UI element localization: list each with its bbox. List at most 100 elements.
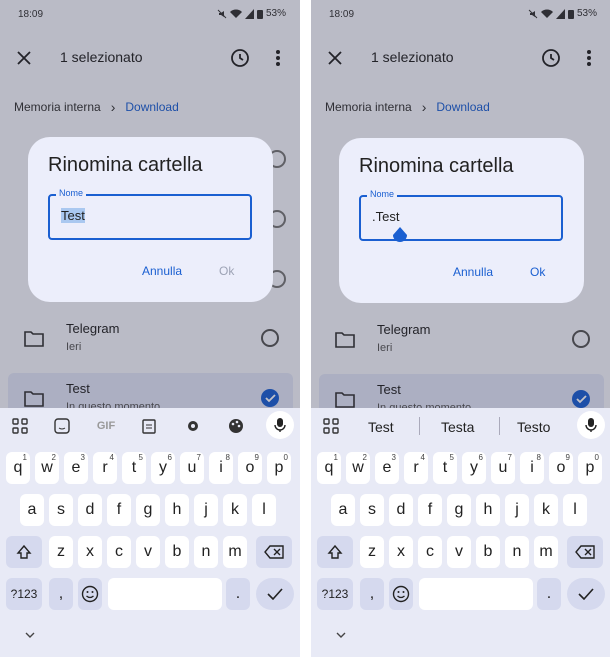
key-m[interactable]: m (534, 536, 558, 568)
suggestion-1[interactable]: Test (368, 419, 394, 435)
key-u[interactable]: u7 (491, 452, 515, 484)
key-z[interactable]: z (360, 536, 384, 568)
shift-icon[interactable] (317, 536, 353, 568)
key-x[interactable]: x (78, 536, 102, 568)
key-d[interactable]: d (389, 494, 413, 526)
gear-icon[interactable] (183, 416, 203, 436)
key-k[interactable]: k (223, 494, 247, 526)
key-period[interactable]: . (226, 578, 250, 610)
key-y[interactable]: y6 (462, 452, 486, 484)
key-l[interactable]: l (563, 494, 587, 526)
grid-icon[interactable] (10, 416, 30, 436)
key-d[interactable]: d (78, 494, 102, 526)
key-x[interactable]: x (389, 536, 413, 568)
key-comma[interactable]: , (360, 578, 384, 610)
key-q[interactable]: q1 (6, 452, 30, 484)
keyboard: Test Testa Testo q1 w2 e3 r4 t5 y6 u7 i8… (311, 408, 610, 657)
cancel-button[interactable]: Annulla (142, 264, 182, 278)
enter-icon[interactable] (567, 578, 605, 610)
grid-icon[interactable] (321, 416, 341, 436)
key-e[interactable]: e3 (375, 452, 399, 484)
ok-button[interactable]: Ok (530, 265, 545, 279)
keyboard-toolbar: GIF (0, 408, 300, 444)
chevron-down-icon[interactable] (335, 630, 347, 640)
selected-text: Test (61, 208, 85, 223)
key-t[interactable]: t5 (122, 452, 146, 484)
key-g[interactable]: g (447, 494, 471, 526)
key-n[interactable]: n (194, 536, 218, 568)
chevron-down-icon[interactable] (24, 630, 36, 640)
rename-dialog: Rinomina cartella Nome Test Annulla Ok (28, 137, 273, 302)
key-n[interactable]: n (505, 536, 529, 568)
backspace-icon[interactable] (567, 536, 603, 568)
key-c[interactable]: c (107, 536, 131, 568)
key-s[interactable]: s (49, 494, 73, 526)
suggestion-2[interactable]: Testa (441, 419, 474, 435)
key-q[interactable]: q1 (317, 452, 341, 484)
enter-icon[interactable] (256, 578, 294, 610)
key-i[interactable]: i8 (520, 452, 544, 484)
key-h[interactable]: h (476, 494, 500, 526)
backspace-icon[interactable] (256, 536, 292, 568)
key-p[interactable]: p0 (578, 452, 602, 484)
space-key[interactable] (108, 578, 222, 610)
key-e[interactable]: e3 (64, 452, 88, 484)
key-r[interactable]: r4 (93, 452, 117, 484)
key-a[interactable]: a (331, 494, 355, 526)
key-b[interactable]: b (476, 536, 500, 568)
key-o[interactable]: o9 (238, 452, 262, 484)
key-o[interactable]: o9 (549, 452, 573, 484)
suggestion-strip: Test Testa Testo (311, 408, 610, 444)
keyboard: GIF q1 w2 e3 r4 t5 y6 u7 i8 o9 p0 a s d … (0, 408, 300, 657)
palette-icon[interactable] (226, 416, 246, 436)
symbols-key[interactable]: ?123 (317, 578, 353, 610)
name-field-value[interactable]: .Test (372, 209, 399, 224)
key-period[interactable]: . (537, 578, 561, 610)
name-field-value[interactable]: Test (61, 208, 85, 223)
emoji-icon[interactable] (78, 578, 102, 610)
key-g[interactable]: g (136, 494, 160, 526)
gif-button[interactable]: GIF (96, 416, 116, 436)
key-r[interactable]: r4 (404, 452, 428, 484)
key-t[interactable]: t5 (433, 452, 457, 484)
key-y[interactable]: y6 (151, 452, 175, 484)
key-i[interactable]: i8 (209, 452, 233, 484)
rename-dialog: Rinomina cartella Nome .Test Annulla Ok (339, 138, 584, 303)
ok-button[interactable]: Ok (219, 264, 234, 278)
key-f[interactable]: f (107, 494, 131, 526)
cancel-button[interactable]: Annulla (453, 265, 493, 279)
dialog-title: Rinomina cartella (48, 154, 203, 176)
clipboard-icon[interactable] (139, 416, 159, 436)
space-key[interactable] (419, 578, 533, 610)
key-w[interactable]: w2 (35, 452, 59, 484)
mic-icon[interactable] (577, 411, 605, 439)
key-b[interactable]: b (165, 536, 189, 568)
key-p[interactable]: p0 (267, 452, 291, 484)
key-u[interactable]: u7 (180, 452, 204, 484)
key-j[interactable]: j (505, 494, 529, 526)
key-v[interactable]: v (136, 536, 160, 568)
sticker-icon[interactable] (52, 416, 72, 436)
key-h[interactable]: h (165, 494, 189, 526)
suggestion-3[interactable]: Testo (517, 419, 550, 435)
key-m[interactable]: m (223, 536, 247, 568)
key-l[interactable]: l (252, 494, 276, 526)
key-w[interactable]: w2 (346, 452, 370, 484)
key-k[interactable]: k (534, 494, 558, 526)
key-z[interactable]: z (49, 536, 73, 568)
shift-icon[interactable] (6, 536, 42, 568)
key-s[interactable]: s (360, 494, 384, 526)
key-comma[interactable]: , (49, 578, 73, 610)
key-v[interactable]: v (447, 536, 471, 568)
key-a[interactable]: a (20, 494, 44, 526)
screenshot-stage: 18:09 53% 1 selezionato Memoria interna … (0, 0, 610, 657)
phone-left: 18:09 53% 1 selezionato Memoria interna … (0, 0, 300, 657)
emoji-icon[interactable] (389, 578, 413, 610)
key-j[interactable]: j (194, 494, 218, 526)
mic-icon[interactable] (266, 411, 294, 439)
text-cursor-handle-icon[interactable] (391, 226, 409, 246)
symbols-key[interactable]: ?123 (6, 578, 42, 610)
key-c[interactable]: c (418, 536, 442, 568)
dialog-title: Rinomina cartella (359, 155, 514, 177)
key-f[interactable]: f (418, 494, 442, 526)
